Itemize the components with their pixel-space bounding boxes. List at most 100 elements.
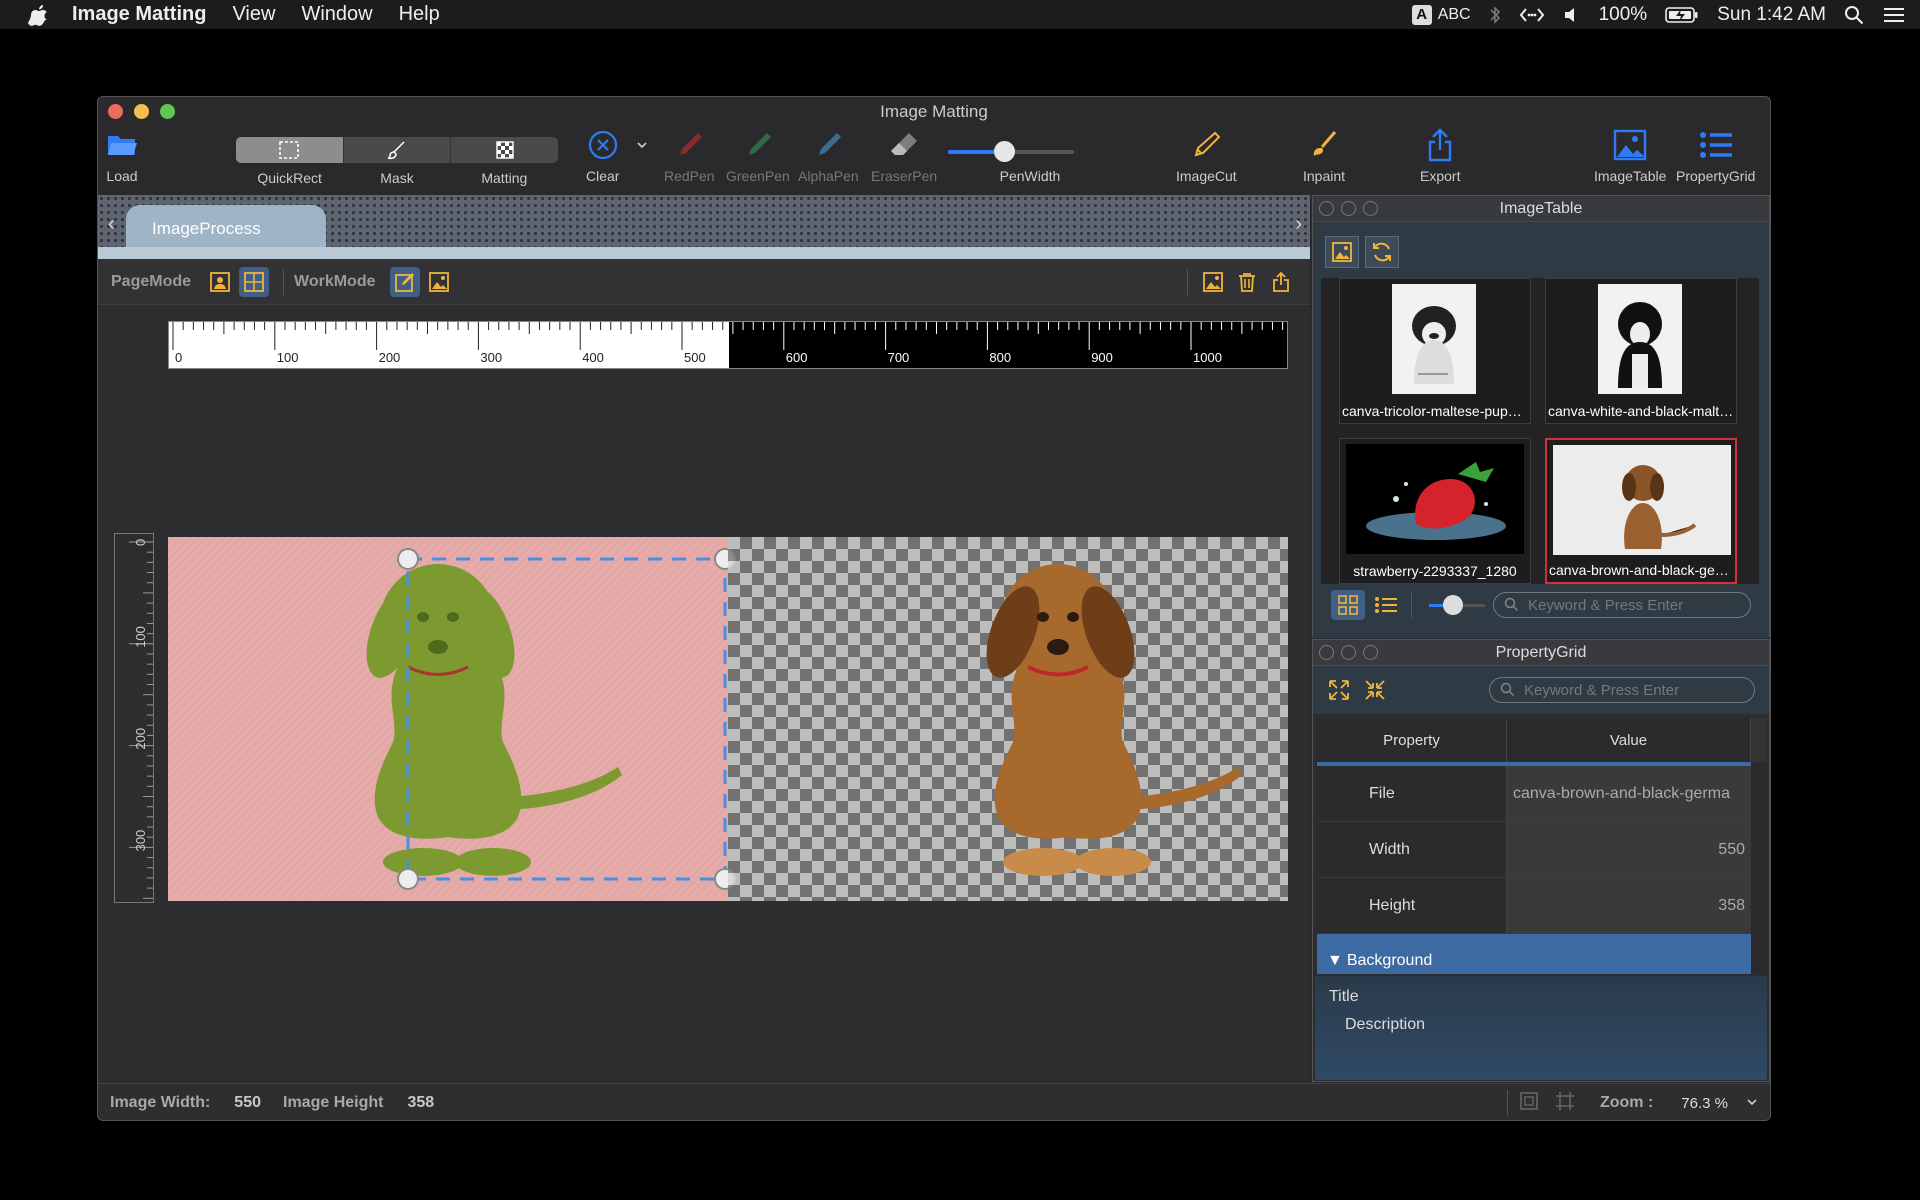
image-width-value: 550	[234, 1094, 261, 1111]
battery-icon[interactable]	[1665, 6, 1699, 24]
menu-window[interactable]: Window	[301, 3, 372, 26]
delete-button[interactable]	[1232, 267, 1262, 297]
property-row-height[interactable]: Height 358	[1317, 878, 1751, 934]
insert-image-button[interactable]	[1198, 267, 1228, 297]
menu-help[interactable]: Help	[399, 3, 440, 26]
list-icon	[1375, 597, 1397, 613]
matting-segment[interactable]	[451, 137, 558, 163]
zoom-chevron-down-icon[interactable]	[1746, 1094, 1758, 1112]
selection-handle-top-left[interactable]	[397, 548, 419, 570]
ruler-tick-label: 200	[379, 350, 401, 365]
column-property[interactable]: Property	[1317, 718, 1507, 762]
input-source[interactable]: A ABC	[1411, 4, 1471, 25]
clear-button[interactable]: Clear	[586, 127, 619, 184]
search-icon	[1504, 597, 1518, 611]
propertygrid-header: PropertyGrid	[1313, 640, 1769, 666]
spotlight-search-icon[interactable]	[1844, 5, 1864, 25]
panel-minimize-button[interactable]	[1341, 645, 1356, 660]
zoom-value[interactable]: 76.3 %	[1681, 1095, 1728, 1112]
mask-segment[interactable]	[344, 137, 452, 163]
inpaint-button[interactable]: Inpaint	[1303, 127, 1345, 184]
network-icon[interactable]	[1519, 5, 1545, 25]
ruler-tick-label: 500	[684, 350, 706, 365]
imagecut-pen-icon	[1189, 127, 1223, 163]
panel-close-button[interactable]	[1319, 645, 1334, 660]
load-button[interactable]: Load	[106, 127, 138, 184]
fit-screen-icon[interactable]	[1518, 1090, 1540, 1117]
apple-icon[interactable]	[28, 4, 52, 26]
window-titlebar[interactable]: Image Matting	[98, 97, 1770, 127]
imagetable-search-input[interactable]: Keyword & Press Enter	[1493, 592, 1751, 618]
actual-size-icon[interactable]	[1554, 1090, 1576, 1117]
property-row-width[interactable]: Width 550	[1317, 822, 1751, 878]
imagetable-button[interactable]: ImageTable	[1594, 127, 1666, 184]
eraserpen-button[interactable]: EraserPen	[871, 127, 937, 184]
chevron-right-icon[interactable]: ›	[1295, 213, 1302, 236]
clear-x-circle-icon	[588, 127, 618, 163]
tab-imageprocess[interactable]: ImageProcess	[126, 205, 326, 249]
minimize-window-button[interactable]	[134, 104, 149, 119]
thumbnail-item-selected[interactable]: canva-brown-and-black-germ…	[1545, 438, 1737, 584]
panel-minimize-button[interactable]	[1341, 201, 1356, 216]
thumbnail-item[interactable]: strawberry-2293337_1280	[1339, 438, 1531, 584]
thumbnail-item[interactable]: canva-white-and-black-maltes…	[1545, 278, 1737, 424]
view-mode-button[interactable]	[424, 267, 454, 297]
description-text: Description	[1345, 1016, 1426, 1033]
property-row-file[interactable]: File canva-brown-and-black-germa	[1317, 766, 1751, 822]
column-value[interactable]: Value	[1507, 718, 1751, 762]
menu-view[interactable]: View	[232, 3, 275, 26]
chevron-left-icon[interactable]: ‹	[108, 213, 115, 236]
redpen-button[interactable]: RedPen	[664, 127, 715, 184]
workmode-label: WorkMode	[294, 272, 376, 290]
vertical-ruler-ticks: 0 100 200 300	[129, 539, 153, 899]
add-image-button[interactable]	[1325, 236, 1359, 268]
ruler-tick-label: 900	[1091, 350, 1113, 365]
share-button[interactable]	[1266, 267, 1296, 297]
control-center-icon[interactable]	[1882, 6, 1906, 24]
imagecut-button[interactable]: ImageCut	[1176, 127, 1237, 184]
ruler-tick-label: 0	[175, 350, 182, 365]
thumbnail-item[interactable]: canva-tricolor-maltese-puppy-…	[1339, 278, 1531, 424]
penwidth-slider-knob[interactable]	[994, 141, 1015, 162]
expand-all-icon[interactable]	[1327, 678, 1351, 707]
single-page-button[interactable]	[205, 267, 235, 297]
collapse-all-icon[interactable]	[1363, 678, 1387, 707]
split-page-button[interactable]	[239, 266, 270, 297]
dashed-rect-icon	[279, 141, 300, 159]
refresh-button[interactable]	[1365, 236, 1399, 268]
greenpen-button[interactable]: GreenPen	[726, 127, 790, 184]
panel-zoom-button[interactable]	[1363, 645, 1378, 660]
volume-icon[interactable]	[1563, 5, 1581, 25]
segment-labels: QuickRect Mask Matting	[257, 170, 528, 186]
clear-dropdown[interactable]	[636, 137, 648, 153]
menu-app-name[interactable]: Image Matting	[72, 3, 206, 26]
edit-mode-button[interactable]	[389, 266, 420, 297]
selection-handle-bottom-left[interactable]	[397, 868, 419, 890]
close-window-button[interactable]	[108, 104, 123, 119]
ruler-tick-label: 1000	[1193, 350, 1222, 365]
quickrect-segment[interactable]	[236, 137, 344, 163]
eraser-icon	[887, 127, 921, 163]
propertygrid-button[interactable]: PropertyGrid	[1676, 127, 1755, 184]
list-view-button[interactable]	[1369, 590, 1403, 620]
thumbnail-size-slider[interactable]	[1429, 595, 1485, 615]
disclosure-triangle-icon[interactable]: ▼	[1327, 952, 1343, 970]
matted-puppy	[986, 564, 1242, 876]
zoom-window-button[interactable]	[160, 104, 175, 119]
property-section-background[interactable]: ▼ Background	[1317, 934, 1751, 974]
grid-view-button[interactable]	[1331, 590, 1365, 620]
export-button[interactable]: Export	[1420, 127, 1460, 184]
thumbnail-size-knob[interactable]	[1443, 595, 1463, 615]
source-image[interactable]	[168, 537, 736, 901]
propertygrid-scrollbar[interactable]	[1751, 762, 1767, 974]
penwidth-slider[interactable]	[948, 141, 1074, 162]
alphapen-button[interactable]: AlphaPen	[798, 127, 859, 184]
bluetooth-icon[interactable]	[1489, 5, 1501, 25]
propertygrid-search-input[interactable]: Keyword & Press Enter	[1489, 677, 1755, 703]
tab-strip: ‹ ImageProcess ›	[98, 195, 1310, 259]
panel-zoom-button[interactable]	[1363, 201, 1378, 216]
panel-close-button[interactable]	[1319, 201, 1334, 216]
checker-icon	[495, 141, 514, 159]
clock[interactable]: Sun 1:42 AM	[1717, 4, 1826, 26]
picture-icon	[1203, 271, 1223, 292]
